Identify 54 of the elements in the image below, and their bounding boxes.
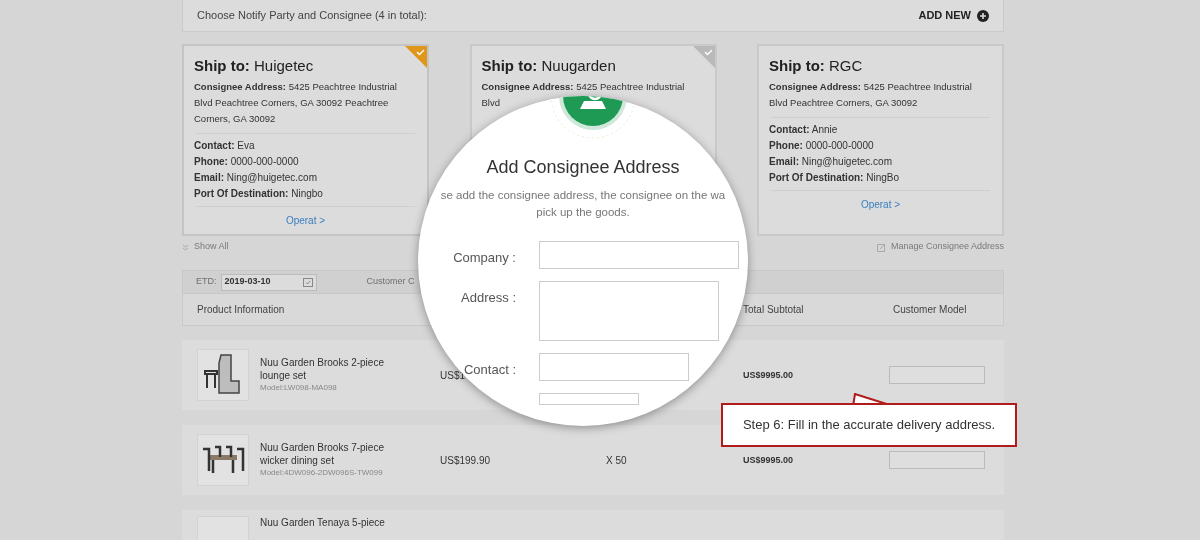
field-label: Contact :: [463, 362, 516, 377]
ship-to-title: Ship to: Huigetec: [194, 56, 315, 76]
show-all-button[interactable]: Show All: [182, 240, 229, 254]
contact-detail: Email: Ning@huigetec.com: [194, 171, 318, 185]
calendar-icon: [302, 277, 313, 287]
product-name: Nuu Garden Tenaya 5-piece: [260, 516, 386, 529]
edit-icon: [876, 242, 886, 252]
product-model: Model:LW098-MA098: [260, 382, 338, 394]
consignee-address: Consignee Address: 5425 Peachtree Industrial Blvd: [481, 80, 686, 110]
quantity: X 50: [606, 454, 627, 466]
product-name: Nuu Garden Brooks 2-piece lounge set: [260, 356, 385, 382]
add-new-button[interactable]: ADD NEW: [918, 7, 989, 24]
product-name: Nuu Garden Brooks 7-piece wicker dining set: [260, 441, 385, 467]
consignee-address: Consignee Address: 5425 Peachtree Industrial Blvd Peachtree Corners, GA 30092: [769, 80, 973, 110]
double-chevron-icon: [182, 243, 189, 251]
column-header: Total Subtotal: [743, 304, 804, 315]
dialog-description: se add the consignee address, the consignee on the wa pick up the goods.: [440, 188, 726, 220]
subtotal: US$9995.00: [743, 370, 794, 381]
contact-detail: Phone: 0000-000-0000: [194, 155, 300, 169]
text-input[interactable]: [539, 241, 739, 269]
dialog-title: Add Consignee Address: [486, 156, 680, 179]
customer-model-input[interactable]: [889, 366, 985, 384]
contact-detail: Port Of Destination: NingBo: [769, 171, 901, 185]
manage-address-link[interactable]: Manage Consignee Address: [876, 240, 1004, 254]
unit-price: US$199.90: [440, 454, 491, 466]
consignee-address: Consignee Address: 5425 Peachtree Industrial Blvd Peachtree Corners, GA 30092 Peachtree Corners, GA 30092: [194, 80, 398, 126]
ship-to-title: Ship to: RGC: [769, 56, 864, 76]
customer-model-input[interactable]: [889, 451, 985, 469]
contact-detail: Contact: Eva: [194, 139, 256, 153]
date-field[interactable]: 2019-03-10: [220, 273, 317, 291]
contact-detail: Phone: 0000-000-0000: [769, 139, 875, 153]
product-model: Model:4DW096-2DW096S-TW099: [260, 467, 384, 479]
contact-detail: Contact: Annie: [769, 123, 839, 137]
text-input[interactable]: [539, 393, 639, 405]
customer-label: Customer C: [366, 275, 415, 289]
contact-detail: Port Of Destination: Ningbo: [194, 187, 324, 201]
field-label: Address :: [461, 290, 516, 305]
operate-link[interactable]: Operat >: [285, 213, 326, 228]
field-label: Company :: [453, 250, 516, 265]
ship-to-title: Ship to: Nuugarden: [481, 56, 617, 76]
dining-set-icon: [201, 445, 245, 475]
address-textarea[interactable]: [539, 281, 719, 341]
header-title: Choose Notify Party and Consignee (4 in total):: [197, 8, 427, 24]
consignee-card[interactable]: Ship to: RGC Consignee Address: 5425 Peachtree Industrial Blvd Peachtree Corners, GA 30092 Contact: Annie Phone: 0000-000-0000 Email: Ning@huigetec.com Port Of Destination: NingBo Operat >: [757, 44, 1004, 236]
contact-detail: Email: Ning@huigetec.com: [769, 155, 893, 169]
subtotal: US$9995.00: [743, 455, 794, 466]
plus-circle-icon: [977, 9, 989, 22]
consignee-card[interactable]: [182, 44, 429, 236]
column-header: Customer Model: [893, 303, 967, 317]
text-input[interactable]: [539, 353, 689, 381]
operate-link[interactable]: Operat >: [860, 197, 901, 212]
etd-label: ETD:: [196, 275, 217, 289]
column-header: Product Information: [197, 304, 285, 315]
lounge-chair-icon: [203, 353, 243, 397]
